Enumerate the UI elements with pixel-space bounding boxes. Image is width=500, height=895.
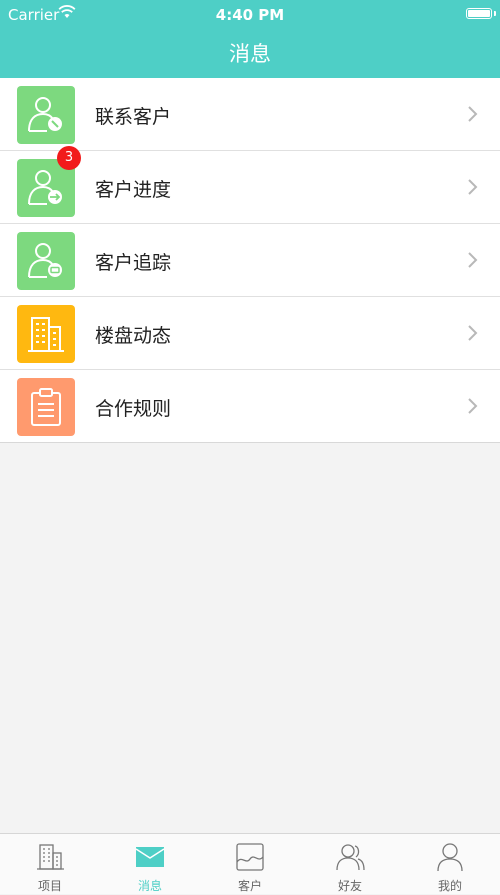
list-item-property-news[interactable]: 楼盘动态 <box>0 297 500 370</box>
chevron-right-icon <box>468 325 478 341</box>
tab-friends[interactable]: 好友 <box>300 834 400 895</box>
tab-label: 客户 <box>237 879 262 893</box>
status-bar: Carrier 4:40 PM <box>0 0 500 28</box>
list-item-contact-customer[interactable]: 联系客户 <box>0 78 500 151</box>
tab-customers[interactable]: 客户 <box>200 834 300 895</box>
chevron-right-icon <box>468 179 478 195</box>
tab-projects[interactable]: 项目 <box>0 834 100 895</box>
chevron-right-icon <box>468 106 478 122</box>
list-item-customer-tracking[interactable]: 客户追踪 <box>0 224 500 297</box>
envelope-tab-icon <box>135 847 165 867</box>
battery-icon <box>466 8 496 19</box>
clipboard-icon <box>17 378 75 436</box>
tab-label: 我的 <box>437 879 462 893</box>
friends-tab-icon <box>336 844 365 871</box>
list-item-label: 楼盘动态 <box>95 325 172 347</box>
unread-badge: 3 <box>57 146 81 170</box>
tab-label: 消息 <box>137 879 162 893</box>
tab-profile[interactable]: 我的 <box>400 834 500 895</box>
contact-track-icon <box>17 232 75 290</box>
chevron-right-icon <box>468 398 478 414</box>
building-tab-icon <box>37 844 64 870</box>
profile-tab-icon <box>437 843 463 872</box>
list-item-label: 客户追踪 <box>95 252 172 274</box>
tab-bar: 项目 消息 客户 好友 我的 <box>0 833 500 894</box>
page-title: 消息 <box>229 42 271 66</box>
contact-phone-icon <box>17 86 75 144</box>
list-item-cooperation-rules[interactable]: 合作规则 <box>0 370 500 443</box>
list-item-label: 客户进度 <box>95 179 172 201</box>
nav-header: Carrier 4:40 PM 消息 <box>0 0 500 78</box>
list-item-label: 联系客户 <box>95 106 172 128</box>
status-time: 4:40 PM <box>215 6 285 24</box>
customer-tab-icon <box>236 843 264 871</box>
list-item-customer-progress[interactable]: 3 客户进度 <box>0 146 500 224</box>
chevron-right-icon <box>468 252 478 268</box>
building-icon <box>17 305 75 363</box>
tab-label: 项目 <box>37 879 62 893</box>
list-item-label: 合作规则 <box>95 398 172 420</box>
tab-messages[interactable]: 消息 <box>100 834 200 895</box>
message-list: 联系客户 3 客户进度 客户追踪 楼盘动态 合作规则 <box>0 78 500 443</box>
tab-label: 好友 <box>337 879 362 893</box>
